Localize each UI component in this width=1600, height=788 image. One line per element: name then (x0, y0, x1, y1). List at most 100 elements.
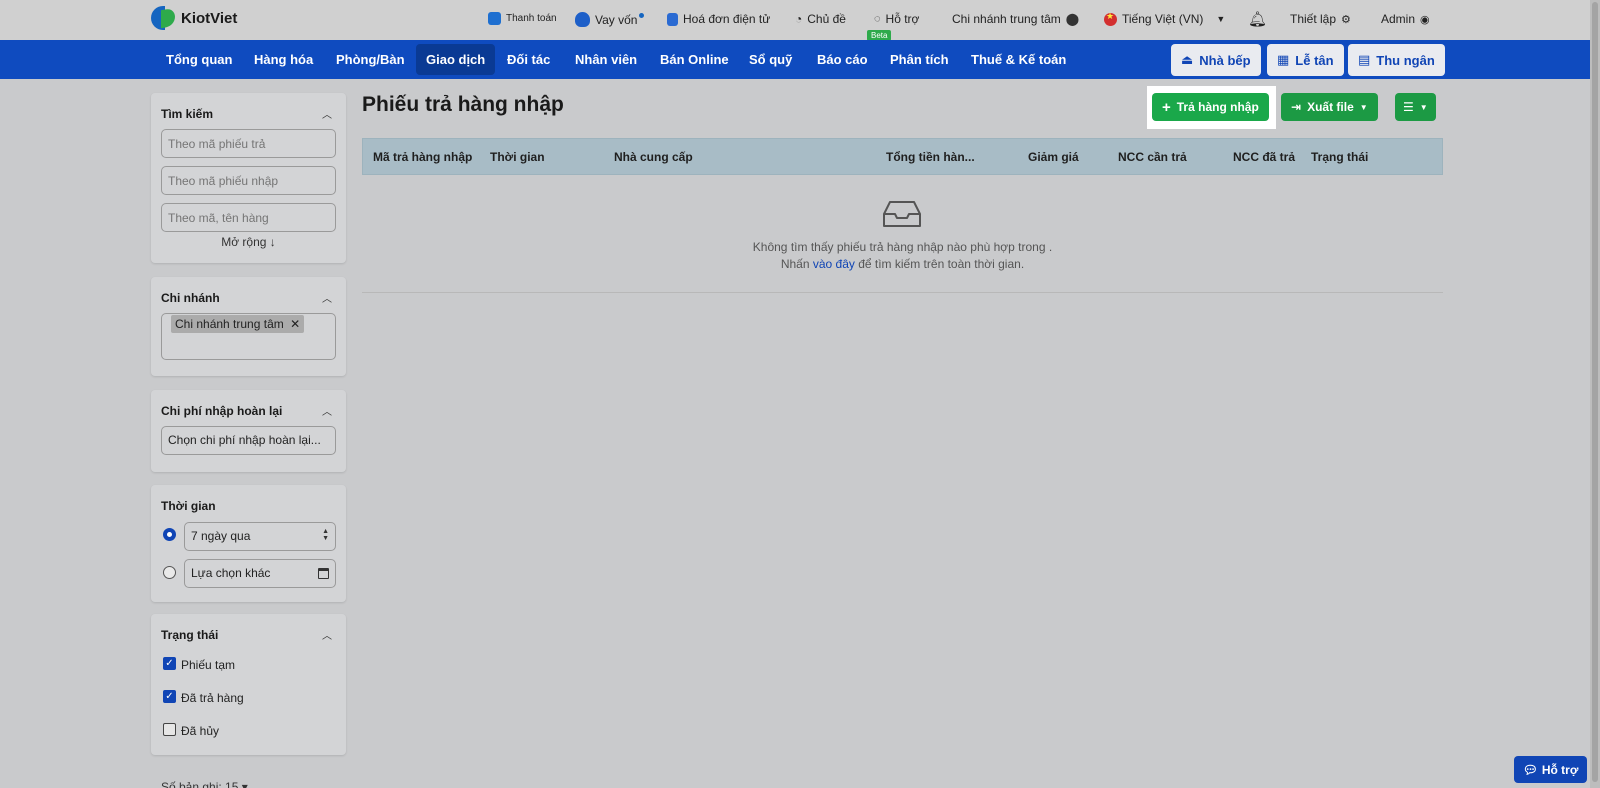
select-arrows-icon: ▲ ▼ (322, 528, 329, 542)
refund-cost-title: Chi phí nhập hoàn lại (161, 404, 283, 418)
user-menu[interactable]: Admin ◉ (1381, 12, 1430, 26)
money-bag-icon (575, 12, 590, 27)
nav-transactions[interactable]: Giao dịch (416, 44, 496, 75)
nav-reports[interactable]: Báo cáo (807, 44, 878, 75)
nav-tax-accounting[interactable]: Thuế & Kế toán (961, 44, 1076, 75)
preset-time-value: 7 ngày qua (191, 529, 251, 543)
chevron-up-icon[interactable]: ︿ (322, 290, 332, 305)
column-supplier-paid[interactable]: NCC đã trả (1233, 150, 1295, 164)
nav-overview[interactable]: Tổng quan (156, 44, 242, 75)
export-file-label: Xuất file (1307, 100, 1354, 114)
user-circle-icon: ◉ (1420, 13, 1430, 26)
nav-analytics[interactable]: Phân tích (880, 44, 959, 75)
branch-panel: Chi nhánh ︿ Chi nhánh trung tâm ✕ (151, 277, 346, 376)
preset-time-radio[interactable] (163, 528, 176, 541)
nav-employees[interactable]: Nhân viên (565, 44, 647, 75)
nav-partners[interactable]: Đối tác (497, 44, 560, 75)
theme-link[interactable]: ◔ Chủ đề (795, 12, 846, 26)
empty-state: Không tìm thấy phiếu trả hàng nhập nào p… (362, 175, 1443, 293)
kiotviet-logo[interactable]: KiotViet (151, 6, 237, 30)
return-code-input[interactable] (161, 129, 336, 158)
plus-icon: + (1162, 98, 1171, 116)
column-supplier[interactable]: Nhà cung cấp (614, 150, 693, 164)
column-supplier-due[interactable]: NCC cần trả (1118, 150, 1187, 164)
close-icon[interactable]: ✕ (290, 317, 300, 331)
kiotviet-logo-icon (151, 6, 175, 30)
kitchen-label: Nhà bếp (1199, 52, 1251, 68)
nav-rooms-tables[interactable]: Phòng/Bàn (326, 44, 415, 75)
product-search-input[interactable] (161, 203, 336, 232)
nav-cashbook[interactable]: Sổ quỹ (739, 44, 802, 75)
column-total-amount[interactable]: Tổng tiền hàn... (886, 150, 975, 164)
settings-menu[interactable]: Thiết lập ⚙ (1290, 12, 1351, 26)
payment-label: Thanh toán (506, 13, 557, 24)
status-returned-label: Đã trả hàng (181, 691, 244, 705)
location-pin-icon: ⬤ (1065, 12, 1080, 26)
status-cancelled-label: Đã hủy (181, 724, 220, 738)
notification-dot (639, 13, 645, 18)
status-panel: Trạng thái ︿ ✓ Phiếu tạm ✓ Đã trả hàng Đ… (151, 614, 346, 755)
column-time[interactable]: Thời gian (490, 150, 545, 164)
cashier-label: Thu ngân (1376, 52, 1435, 68)
chat-bubble-icon: 💬︎ (1522, 762, 1538, 777)
column-return-code[interactable]: Mã trả hàng nhập (373, 150, 472, 164)
status-cancelled-checkbox[interactable] (163, 723, 176, 736)
table-header: Mã trả hàng nhập Thời gian Nhà cung cấp … (362, 138, 1443, 175)
chevron-up-icon[interactable]: ︿ (322, 627, 332, 642)
scrollbar-thumb[interactable] (1592, 2, 1598, 782)
payment-link[interactable]: Thanh toán (488, 12, 557, 25)
calendar-icon: ▦ (1277, 52, 1290, 67)
chevron-up-icon[interactable]: ︿ (322, 403, 332, 418)
status-draft-checkbox[interactable]: ✓ (163, 657, 176, 670)
floating-support-label: Hỗ trợ (1541, 762, 1579, 777)
column-status[interactable]: Trạng thái (1311, 150, 1368, 164)
branch-tag-label: Chi nhánh trung tâm (175, 317, 284, 331)
nav-products[interactable]: Hàng hóa (244, 44, 323, 75)
list-columns-icon: ☰ (1403, 100, 1414, 114)
support-link[interactable]: ◌ Hỗ trợ (874, 12, 919, 26)
preset-time-select[interactable]: 7 ngày qua ▲ ▼ (184, 522, 336, 551)
payment-icon (488, 12, 501, 25)
language-selector[interactable]: Tiếng Việt (VN) ▼ (1104, 11, 1225, 26)
custom-time-label: Lựa chọn khác (191, 566, 271, 580)
branch-selector[interactable]: Chi nhánh trung tâm ⬤ (952, 12, 1079, 26)
branch-panel-title: Chi nhánh (161, 291, 220, 305)
add-purchase-return-button[interactable]: + Trả hàng nhập (1152, 93, 1269, 121)
refund-cost-panel: Chi phí nhập hoàn lại ︿ Chọn chi phí nhậ… (151, 390, 346, 472)
empty-inbox-icon (883, 201, 921, 227)
custom-time-radio[interactable] (163, 566, 176, 579)
chevron-up-icon[interactable]: ︿ (322, 106, 332, 121)
column-options-button[interactable]: ☰ ▼ (1395, 93, 1436, 121)
loan-link[interactable]: Vay vốn (575, 12, 645, 27)
cashier-button[interactable]: ▤ Thu ngân (1348, 44, 1445, 76)
export-file-button[interactable]: ⇥ Xuất file ▼ (1281, 93, 1378, 121)
time-panel: Thời gian 7 ngày qua ▲ ▼ Lựa chọn khác (151, 485, 346, 602)
records-per-page[interactable]: Số bản ghi: 15 ▾ (161, 780, 248, 788)
column-discount[interactable]: Giảm giá (1028, 150, 1079, 164)
status-returned-checkbox[interactable]: ✓ (163, 690, 176, 703)
custom-time-picker[interactable]: Lựa chọn khác (184, 559, 336, 588)
branch-tag: Chi nhánh trung tâm ✕ (171, 315, 305, 333)
floating-support-button[interactable]: 💬︎ Hỗ trợ (1514, 756, 1587, 783)
vietnam-flag-icon (1104, 11, 1117, 26)
status-panel-title: Trạng thái (161, 628, 219, 642)
notifications-button[interactable]: 🔔︎ (1248, 10, 1267, 28)
search-panel: Tìm kiếm ︿ Mở rộng ↓ (151, 93, 346, 263)
status-draft-label: Phiếu tạm (181, 658, 236, 672)
kitchen-button[interactable]: ⏏ Nhà bếp (1171, 44, 1261, 76)
einvoice-label: Hoá đơn điện tử (683, 12, 771, 26)
search-all-time-link[interactable]: vào đây (813, 257, 855, 271)
nav-online-sales[interactable]: Bán Online (650, 44, 739, 75)
einvoice-link[interactable]: Hoá đơn điện tử (667, 12, 770, 26)
language-label: Tiếng Việt (VN) (1122, 12, 1204, 26)
support-label: Hỗ trợ (885, 12, 920, 26)
page-scrollbar[interactable] (1590, 0, 1600, 788)
refund-cost-select[interactable]: Chọn chi phí nhập hoàn lại... (161, 426, 336, 455)
top-bar: KiotViet Thanh toán Vay vốn Hoá đơn điện… (0, 0, 1590, 41)
theme-label: Chủ đề (807, 12, 846, 26)
reception-button[interactable]: ▦ Lễ tân (1267, 44, 1344, 76)
invoice-icon (667, 12, 678, 26)
expand-search-link[interactable]: Mở rộng ↓ (151, 235, 346, 249)
import-code-input[interactable] (161, 166, 336, 195)
gear-icon: ⚙ (1341, 13, 1351, 26)
